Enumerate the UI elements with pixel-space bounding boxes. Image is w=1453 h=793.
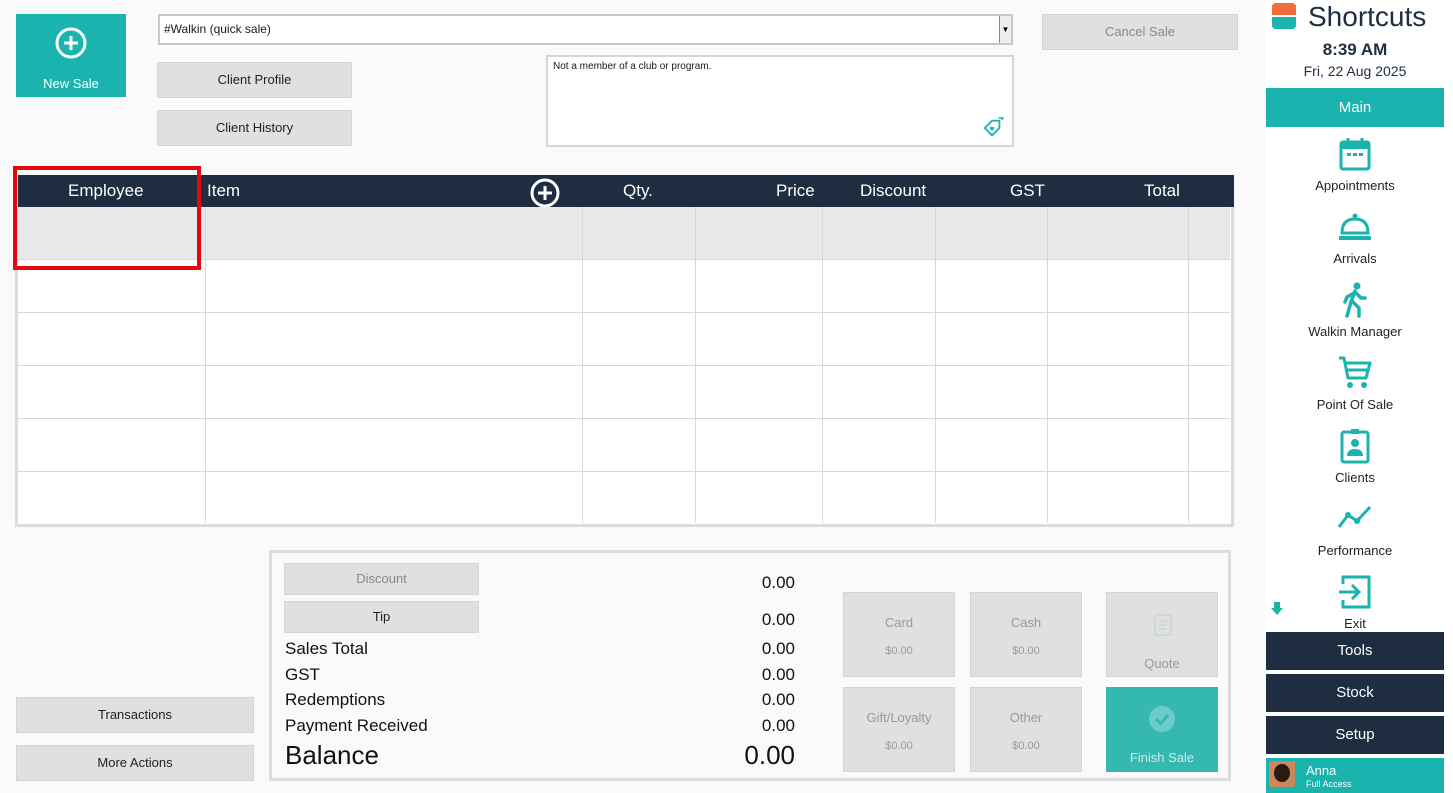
nav-pos-label: Point Of Sale — [1316, 397, 1394, 412]
cancel-sale-button[interactable]: Cancel Sale — [1042, 14, 1238, 50]
exit-icon — [1339, 575, 1371, 609]
col-gst[interactable]: GST — [1010, 181, 1045, 201]
setup-button[interactable]: Setup — [1266, 716, 1444, 754]
employee-cell-highlight — [13, 166, 201, 270]
redemptions-label: Redemptions — [285, 690, 386, 709]
shortcuts-logo-icon — [1272, 3, 1296, 29]
client-select[interactable]: #Walkin (quick sale) ▼ — [158, 14, 1013, 45]
finish-sale-label: Finish Sale — [1129, 750, 1195, 765]
clock-time: 8:39 AM — [1322, 40, 1388, 59]
column-divider — [935, 207, 936, 523]
col-discount[interactable]: Discount — [860, 181, 926, 201]
user-bar[interactable]: Anna Full Access — [1266, 758, 1444, 793]
client-card-icon — [1340, 429, 1370, 464]
club-status-box: Not a member of a club or program. — [546, 55, 1014, 147]
cart-icon — [1339, 356, 1372, 388]
gift-loyalty-button[interactable]: Gift/Loyalty $0.00 — [843, 687, 955, 772]
stock-button[interactable]: Stock — [1266, 674, 1444, 712]
calendar-icon — [1339, 138, 1371, 171]
cash-payment-button[interactable]: Cash $0.00 — [970, 592, 1082, 677]
gst-label: GST — [285, 665, 320, 684]
gift-amount: $0.00 — [885, 740, 913, 752]
cash-label: Cash — [1010, 615, 1042, 630]
nav-clients[interactable]: Clients — [1266, 428, 1444, 498]
user-name: Anna — [1306, 763, 1337, 778]
other-payment-button[interactable]: Other $0.00 — [970, 687, 1082, 772]
payment-received-value: 0.00 — [761, 716, 795, 735]
sales-total-label: Sales Total — [285, 639, 368, 658]
finish-sale-button[interactable]: Finish Sale — [1106, 687, 1218, 772]
user-role: Full Access — [1306, 779, 1352, 789]
table-row[interactable] — [18, 419, 1230, 472]
transactions-button[interactable]: Transactions — [16, 697, 254, 733]
payment-received-label: Payment Received — [285, 716, 428, 735]
new-sale-label: New Sale — [43, 76, 99, 91]
other-label: Other — [1009, 710, 1043, 725]
walking-person-icon — [1343, 282, 1367, 318]
card-payment-button[interactable]: Card $0.00 — [843, 592, 955, 677]
check-circle-icon — [1149, 706, 1175, 732]
table-row[interactable] — [18, 366, 1230, 419]
nav-arrivals[interactable]: Arrivals — [1266, 209, 1444, 279]
discount-value: 0.00 — [761, 573, 795, 592]
club-status-text: Not a member of a club or program. — [553, 61, 712, 72]
other-amount: $0.00 — [1012, 740, 1040, 752]
card-amount: $0.00 — [885, 645, 913, 657]
column-divider — [1188, 207, 1189, 523]
redemptions-value: 0.00 — [761, 690, 795, 709]
more-actions-button[interactable]: More Actions — [16, 745, 254, 781]
nav-walkin-manager[interactable]: Walkin Manager — [1266, 282, 1444, 352]
nav-performance[interactable]: Performance — [1266, 501, 1444, 571]
avatar — [1269, 761, 1295, 787]
clock-date: Fri, 22 Aug 2025 — [1303, 63, 1407, 79]
dropdown-arrow-icon[interactable]: ▼ — [999, 16, 1011, 43]
col-qty[interactable]: Qty. — [623, 181, 653, 201]
gift-label: Gift/Loyalty — [866, 710, 932, 725]
tip-value: 0.00 — [761, 610, 795, 629]
discount-button[interactable]: Discount — [284, 563, 479, 595]
tip-button[interactable]: Tip — [284, 601, 479, 633]
column-divider — [695, 207, 696, 523]
balance-value: 0.00 — [744, 740, 795, 770]
nav-arrivals-label: Arrivals — [1333, 251, 1377, 266]
brand-name: Shortcuts — [1308, 1, 1427, 32]
column-divider — [822, 207, 823, 523]
col-total[interactable]: Total — [1144, 181, 1180, 201]
quote-button[interactable]: Quote — [1106, 592, 1218, 677]
document-icon — [1154, 614, 1172, 636]
client-profile-button[interactable]: Client Profile — [157, 62, 352, 98]
sales-total-value: 0.00 — [761, 639, 795, 658]
table-row[interactable] — [18, 313, 1230, 366]
col-price[interactable]: Price — [776, 181, 815, 201]
nav-clients-label: Clients — [1335, 470, 1375, 485]
main-tab[interactable]: Main — [1266, 88, 1444, 127]
client-history-button[interactable]: Client History — [157, 110, 352, 146]
new-sale-button[interactable]: New Sale — [16, 14, 126, 97]
column-divider — [582, 207, 583, 523]
cash-amount: $0.00 — [1012, 645, 1040, 657]
client-select-value: #Walkin (quick sale) — [164, 22, 271, 36]
add-item-icon[interactable] — [529, 177, 561, 209]
card-label: Card — [884, 615, 914, 630]
bell-icon — [1339, 213, 1371, 240]
nav-appointments-label: Appointments — [1315, 178, 1395, 193]
plus-circle-icon — [55, 27, 87, 59]
scroll-down-icon[interactable] — [1270, 602, 1284, 616]
nav-exit-label: Exit — [1344, 616, 1366, 631]
balance-label: Balance — [285, 740, 379, 770]
trend-line-icon — [1337, 505, 1372, 528]
nav-point-of-sale[interactable]: Point Of Sale — [1266, 355, 1444, 425]
tools-button[interactable]: Tools — [1266, 632, 1444, 670]
nav-performance-label: Performance — [1317, 543, 1393, 558]
col-item[interactable]: Item — [207, 181, 240, 201]
quote-label: Quote — [1144, 656, 1180, 671]
loyalty-tag-icon[interactable] — [982, 117, 1004, 139]
column-divider — [1047, 207, 1048, 523]
table-row[interactable] — [18, 472, 1230, 522]
column-divider — [205, 207, 206, 523]
nav-appointments[interactable]: Appointments — [1266, 136, 1444, 206]
gst-value: 0.00 — [761, 665, 795, 684]
nav-walkin-label: Walkin Manager — [1308, 324, 1402, 339]
